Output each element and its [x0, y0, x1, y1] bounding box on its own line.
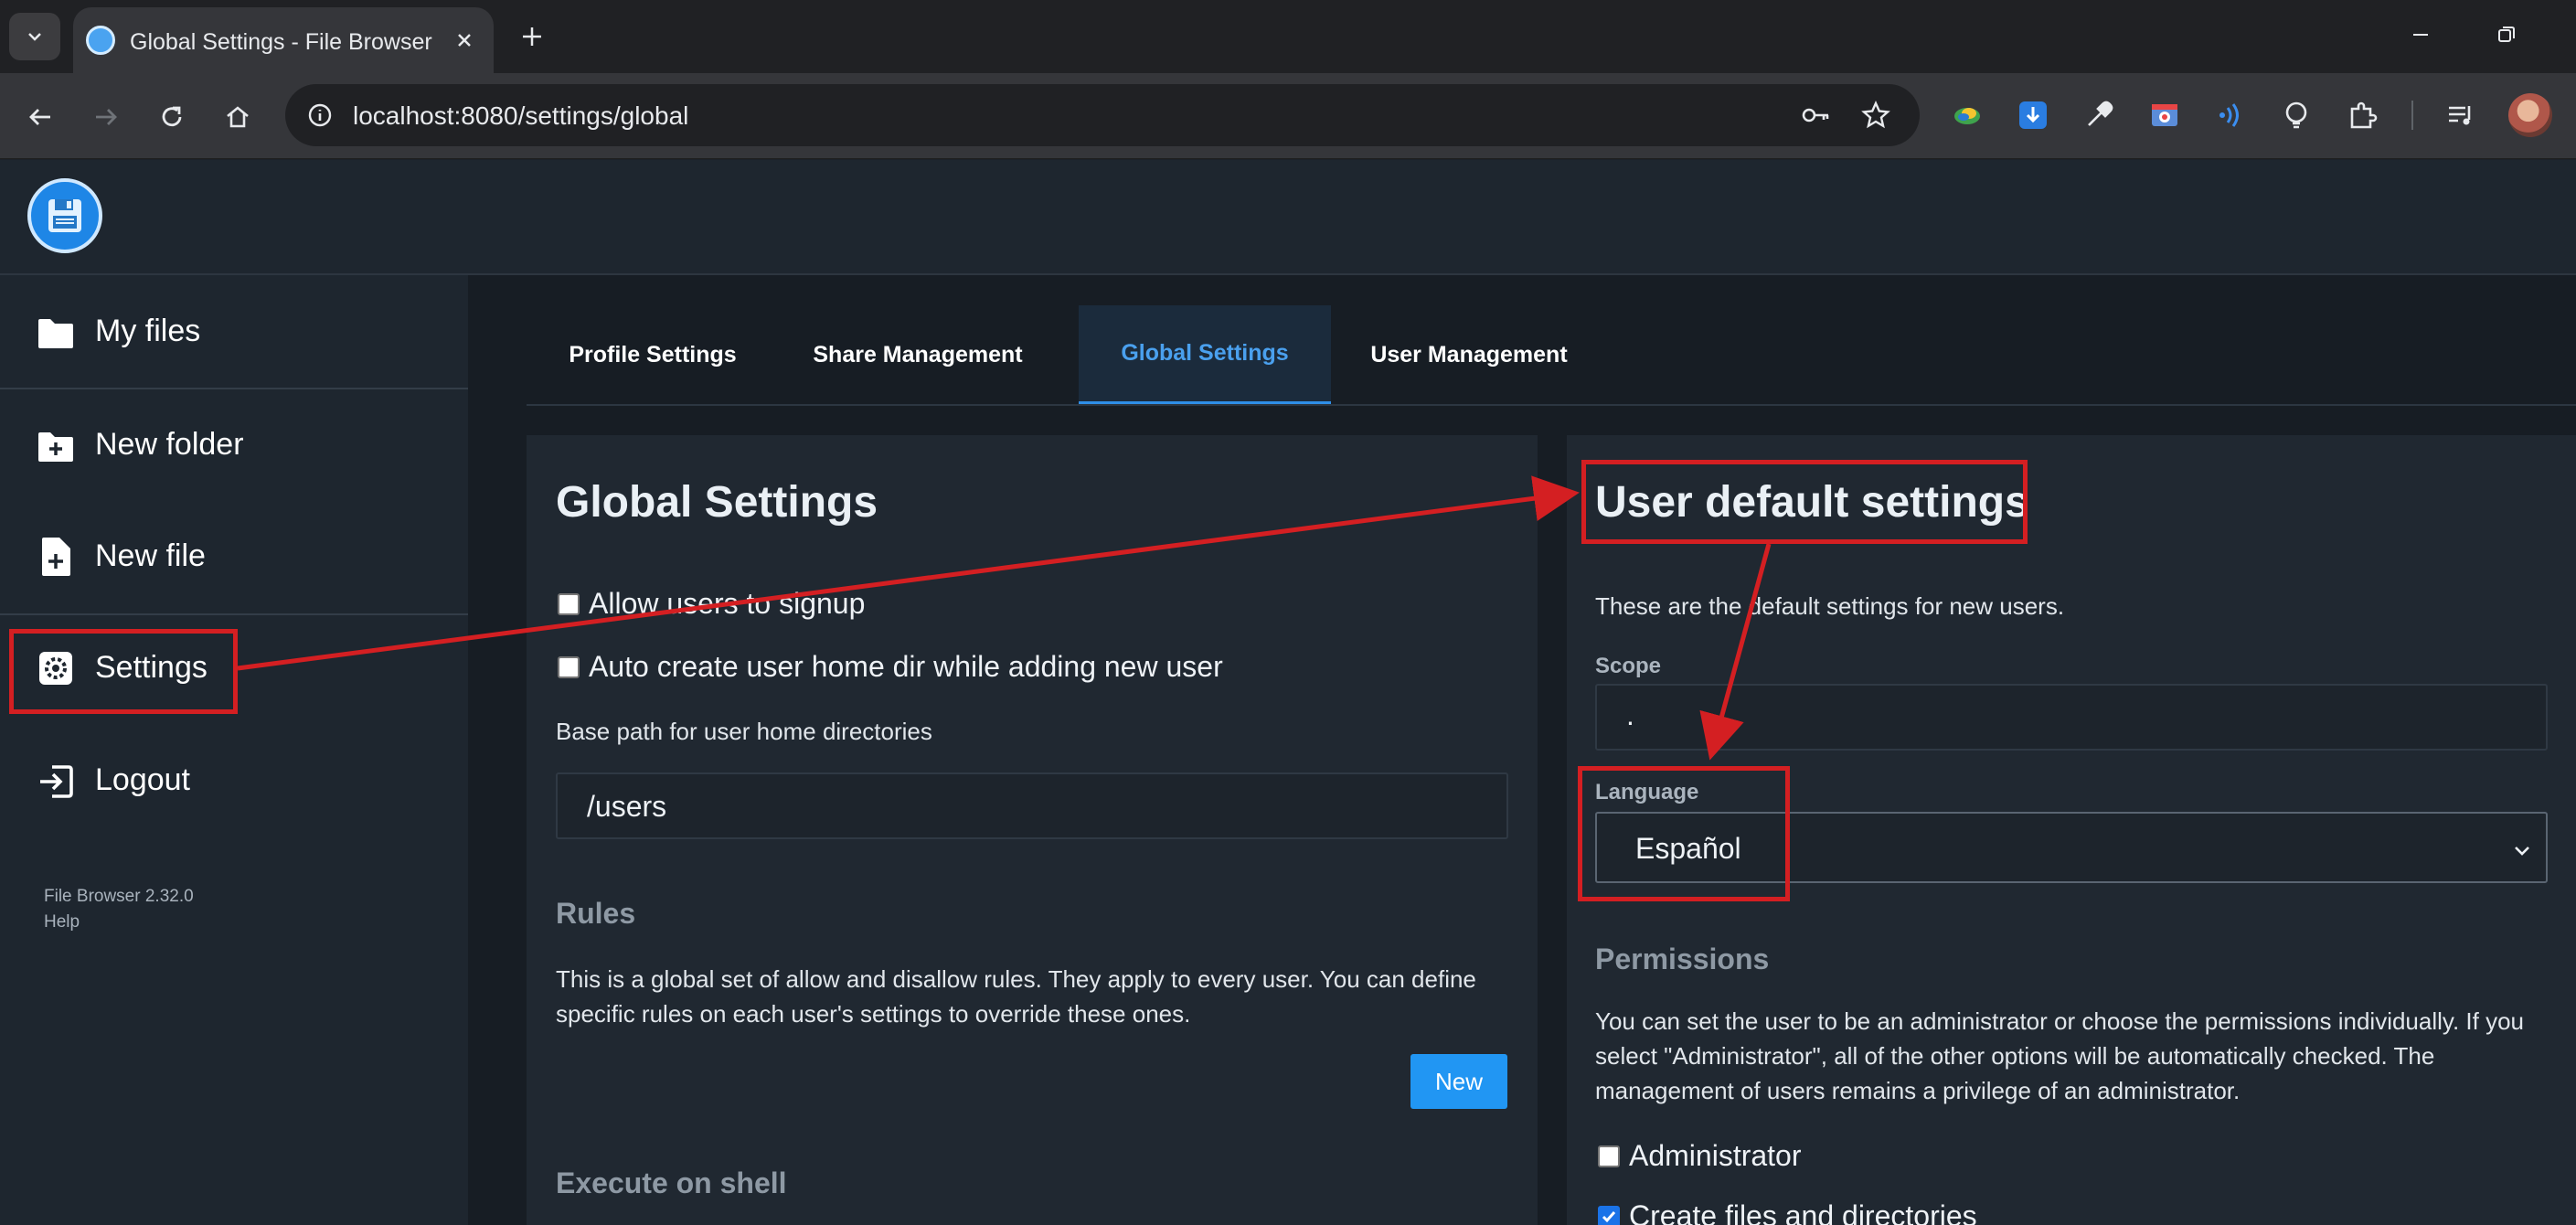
arrow-left-icon	[29, 109, 50, 125]
tab-user-management[interactable]: User Management	[1331, 305, 1607, 404]
reload-icon	[162, 106, 182, 127]
annotation-box-settings	[9, 629, 238, 714]
create-files-checkbox[interactable]	[1598, 1205, 1620, 1225]
sidebar-item-new-folder[interactable]: New folder	[0, 389, 468, 490]
browser-tab-active[interactable]: Global Settings - File Browser	[73, 7, 494, 73]
file-plus-icon	[35, 536, 77, 578]
media-controls-icon[interactable]	[2439, 93, 2483, 137]
new-rule-button[interactable]: New	[1410, 1054, 1507, 1109]
eyedropper-icon[interactable]	[2077, 93, 2121, 137]
profile-avatar[interactable]	[2508, 93, 2552, 137]
global-settings-title: Global Settings	[556, 478, 878, 527]
tab-title: Global Settings - File Browser	[130, 29, 432, 55]
key-icon[interactable]	[1797, 97, 1834, 133]
lightbulb-icon[interactable]	[2274, 93, 2318, 137]
folder-plus-icon	[35, 426, 77, 468]
sidebar-item-logout[interactable]: Logout	[0, 727, 468, 827]
permissions-description-line2: select "Administrator", all of the other…	[1595, 1042, 2435, 1070]
new-tab-button[interactable]	[514, 18, 550, 55]
allow-signup-label: Allow users to signup	[589, 587, 866, 620]
allow-signup-checkbox[interactable]	[558, 592, 580, 615]
allow-signup-checkbox-row[interactable]: Allow users to signup	[558, 587, 865, 621]
scope-label: Scope	[1595, 654, 1662, 678]
app-logo-icon[interactable]	[27, 178, 102, 253]
site-info-icon[interactable]	[302, 97, 338, 133]
user-defaults-description: These are the default settings for new u…	[1595, 592, 2065, 620]
reload-button[interactable]	[150, 95, 194, 139]
version-text: File Browser 2.32.0	[44, 887, 194, 906]
rules-title: Rules	[556, 897, 636, 930]
home-button[interactable]	[216, 95, 260, 139]
rules-description-line2: specific rules on each user's settings t…	[556, 1000, 1191, 1028]
chevron-down-icon	[2515, 847, 2529, 856]
restore-icon	[2498, 27, 2515, 42]
create-files-checkbox-row[interactable]: Create files and directories	[1598, 1199, 1977, 1225]
auto-create-home-checkbox[interactable]	[558, 655, 580, 678]
favicon-icon	[86, 26, 115, 55]
tab-close-button[interactable]	[450, 26, 479, 55]
minimize-button[interactable]	[2402, 16, 2439, 53]
administrator-label: Administrator	[1629, 1139, 1802, 1172]
base-path-value: /users	[587, 790, 667, 823]
minimize-icon	[2413, 34, 2428, 36]
arrow-right-icon	[96, 109, 117, 125]
home-icon	[227, 106, 249, 128]
base-path-label: Base path for user home directories	[556, 718, 932, 745]
scope-input[interactable]: .	[1595, 684, 2548, 751]
annotation-box-user-defaults	[1581, 460, 2028, 544]
tab-share-management[interactable]: Share Management	[779, 305, 1057, 404]
browser-toolbar: localhost:8080/settings/global	[0, 73, 2576, 159]
create-files-label: Create files and directories	[1629, 1199, 1977, 1225]
address-bar[interactable]: localhost:8080/settings/global	[285, 84, 1920, 146]
tab-global-settings[interactable]: Global Settings	[1079, 305, 1331, 404]
screen: Global Settings - File Browser localhost…	[0, 0, 2576, 1225]
bookmark-star-icon[interactable]	[1857, 97, 1894, 133]
auto-create-home-label: Auto create user home dir while adding n…	[589, 650, 1223, 683]
download-extension-icon[interactable]	[2011, 93, 2055, 137]
floppy-disk-icon	[48, 199, 81, 232]
rules-description-line1: This is a global set of allow and disall…	[556, 965, 1476, 993]
help-link[interactable]: Help	[44, 912, 80, 932]
settings-tabs: Profile Settings Share Management Global…	[527, 305, 2576, 406]
tab-profile-settings[interactable]: Profile Settings	[527, 305, 779, 404]
forward-button[interactable]	[84, 95, 128, 139]
sidebar-item-label: New folder	[95, 427, 244, 462]
folder-icon	[35, 313, 77, 355]
url-text[interactable]: localhost:8080/settings/global	[353, 101, 688, 131]
app-header	[0, 160, 2576, 275]
tab-search-button[interactable]	[9, 13, 60, 60]
back-button[interactable]	[18, 95, 62, 139]
execute-on-shell-title: Execute on shell	[556, 1166, 787, 1199]
restore-button[interactable]	[2488, 16, 2525, 53]
auto-create-home-checkbox-row[interactable]: Auto create user home dir while adding n…	[558, 650, 1223, 684]
sidebar-item-new-file[interactable]: New file	[0, 501, 468, 602]
sidebar-item-label: My files	[95, 314, 201, 348]
audio-waves-icon[interactable]	[2209, 93, 2252, 137]
sidebar-item-label: New file	[95, 538, 206, 573]
base-path-input[interactable]: /users	[556, 772, 1508, 839]
screenshot-extension-icon[interactable]	[2143, 93, 2187, 137]
logout-icon	[35, 761, 77, 803]
plus-icon	[523, 27, 541, 46]
toolbar-divider	[2411, 101, 2413, 130]
permissions-title: Permissions	[1595, 943, 1770, 975]
checkmark-icon	[1602, 1210, 1616, 1222]
permissions-description-line1: You can set the user to be an administra…	[1595, 1007, 2525, 1035]
annotation-box-language	[1578, 766, 1790, 901]
browser-tabstrip: Global Settings - File Browser	[0, 0, 2576, 73]
sidebar-item-label: Logout	[95, 762, 190, 797]
administrator-checkbox[interactable]	[1598, 1145, 1620, 1167]
scope-value: .	[1626, 698, 1634, 731]
close-icon	[458, 34, 471, 47]
extensions-puzzle-icon[interactable]	[2340, 93, 2384, 137]
permissions-description-line3: management of users remains a privilege …	[1595, 1077, 2241, 1104]
extension-globe-icon[interactable]	[1945, 93, 1989, 137]
sidebar-item-my-files[interactable]: My files	[0, 275, 468, 376]
sidebar: My files New folder New file Settings Lo…	[0, 275, 468, 1225]
administrator-checkbox-row[interactable]: Administrator	[1598, 1139, 1802, 1173]
chevron-down-icon	[28, 33, 41, 41]
